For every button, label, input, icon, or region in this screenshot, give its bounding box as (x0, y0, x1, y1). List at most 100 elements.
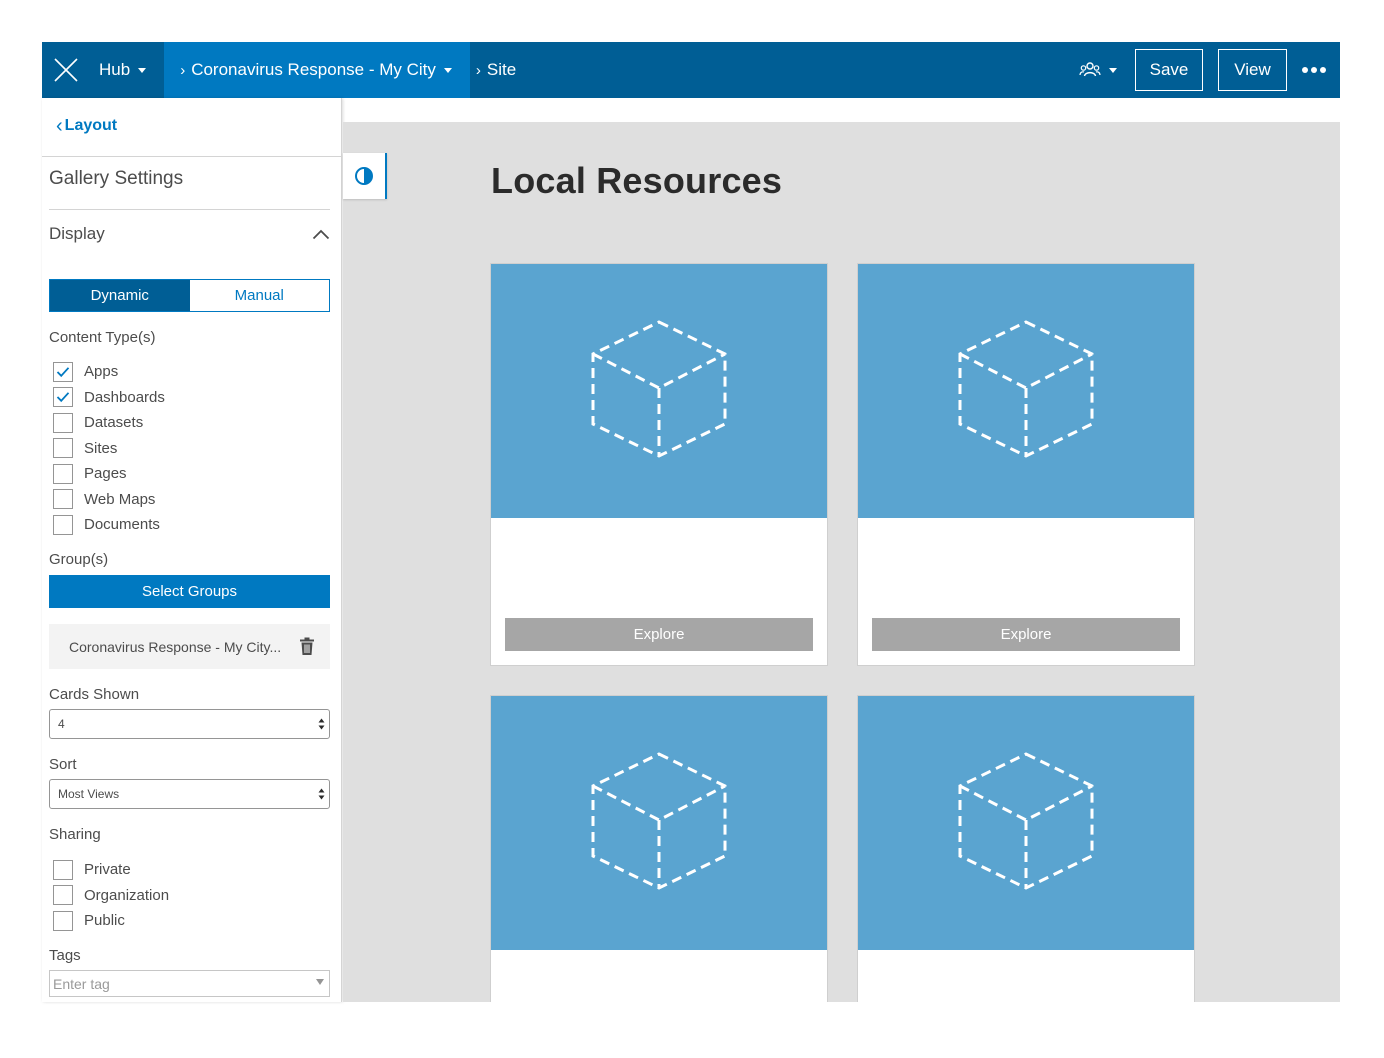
cards-shown-value: 4 (58, 717, 65, 731)
card-thumbnail (858, 264, 1194, 518)
top-bar: Hub › Coronavirus Response - My City › S… (42, 42, 1340, 98)
gallery-card[interactable]: Explore (857, 263, 1195, 666)
card-thumbnail (491, 264, 827, 518)
more-options-icon[interactable] (1302, 67, 1326, 73)
sort-select[interactable]: Most Views (49, 779, 330, 809)
select-groups-button[interactable]: Select Groups (49, 575, 330, 608)
sharing-public[interactable]: Public (53, 908, 169, 934)
back-link-label: Layout (64, 117, 118, 134)
dot (1302, 67, 1308, 73)
back-to-layout-link[interactable]: ‹ Layout (56, 116, 117, 136)
display-label: Display (49, 224, 105, 243)
breadcrumb-site-label: Coronavirus Response - My City (191, 60, 436, 79)
selected-group-name: Coronavirus Response - My City... (69, 638, 282, 655)
tags-label: Tags (49, 947, 81, 964)
sharing-private[interactable]: Private (53, 857, 169, 883)
content-types-label: Content Type(s) (49, 329, 156, 346)
hub-menu[interactable]: Hub (90, 42, 164, 98)
explore-button[interactable]: Explore (505, 618, 813, 651)
checkbox-label: Dashboards (84, 388, 165, 406)
sharing-organization[interactable]: Organization (53, 883, 169, 909)
card-thumbnail (858, 696, 1194, 950)
breadcrumb-site-name[interactable]: › Coronavirus Response - My City (164, 42, 470, 98)
content-type-dashboards[interactable]: Dashboards (53, 385, 165, 411)
content-type-datasets[interactable]: Datasets (53, 410, 165, 436)
checkbox[interactable] (53, 910, 73, 931)
sharing-list: Private Organization Public (53, 857, 169, 934)
dot (1311, 67, 1317, 73)
chevron-right-icon: › (180, 61, 186, 79)
chevron-right-icon: › (475, 61, 481, 79)
checkbox-label: Documents (84, 516, 160, 534)
content-type-apps[interactable]: Apps (53, 359, 165, 385)
checkmark-icon (56, 392, 70, 403)
chevron-left-icon: ‹ (56, 115, 63, 137)
gallery-card[interactable] (490, 695, 828, 1002)
content-type-web-maps[interactable]: Web Maps (53, 487, 165, 513)
groups-label: Group(s) (49, 551, 109, 568)
gallery-settings-panel: ‹ Layout Gallery Settings Display Dynami… (42, 98, 342, 1002)
checkbox-label: Public (84, 912, 125, 930)
save-button[interactable]: Save (1135, 49, 1203, 91)
sort-label: Sort (49, 756, 77, 773)
display-section-toggle[interactable]: Display (49, 224, 330, 244)
people-icon (1079, 62, 1101, 77)
checkbox[interactable] (53, 412, 73, 433)
chevron-up-icon (312, 229, 330, 239)
divider (42, 156, 342, 157)
caret-down-icon (138, 67, 147, 73)
dot (1320, 67, 1326, 73)
card-thumbnail (491, 696, 827, 950)
content-type-pages[interactable]: Pages (53, 461, 165, 487)
page-title: Local Resources (491, 160, 783, 201)
checkbox[interactable] (53, 859, 73, 880)
gallery-card[interactable]: Explore (490, 263, 828, 666)
contrast-toggle-button[interactable] (343, 153, 387, 199)
checkbox-label: Apps (84, 363, 119, 381)
collaborators-menu[interactable] (1079, 60, 1117, 80)
cards-shown-label: Cards Shown (49, 686, 140, 703)
view-button[interactable]: View (1218, 49, 1287, 91)
content-types-list: Apps Dashboards Datasets Sites Pages Web… (53, 359, 165, 538)
explore-button[interactable]: Explore (872, 618, 1180, 651)
divider (49, 209, 330, 210)
cards-shown-select[interactable]: 4 (49, 709, 330, 739)
checkbox-label: Web Maps (84, 490, 156, 508)
contrast-icon (355, 167, 373, 185)
checkbox[interactable] (53, 438, 73, 459)
trash-icon[interactable] (296, 636, 318, 658)
checkbox-label: Organization (84, 886, 170, 904)
caret-down-icon (316, 979, 324, 985)
content-type-sites[interactable]: Sites (53, 436, 165, 462)
select-arrows-icon (318, 718, 325, 730)
content-type-documents[interactable]: Documents (53, 512, 165, 538)
checkbox-label: Sites (84, 439, 118, 457)
checkbox-label: Datasets (84, 414, 144, 432)
tags-input[interactable]: Enter tag (49, 970, 330, 997)
breadcrumb-page-label: Site (486, 60, 517, 79)
close-icon[interactable] (42, 42, 90, 98)
manual-toggle-option[interactable]: Manual (189, 280, 329, 311)
selected-group-chip: Coronavirus Response - My City... (49, 624, 330, 669)
checkbox-label: Pages (84, 465, 127, 483)
mode-toggle: Dynamic Manual (49, 279, 330, 312)
select-arrows-icon (318, 788, 325, 800)
dynamic-toggle-option[interactable]: Dynamic (50, 280, 190, 311)
checkbox[interactable] (53, 885, 73, 906)
gallery-card[interactable] (857, 695, 1195, 1002)
checkbox[interactable] (53, 387, 73, 408)
cube-placeholder-icon (591, 752, 727, 890)
checkbox[interactable] (53, 361, 73, 382)
panel-title: Gallery Settings (49, 168, 184, 189)
checkmark-icon (56, 366, 70, 377)
checkbox[interactable] (53, 489, 73, 510)
breadcrumb-page[interactable]: › Site (470, 42, 528, 98)
cube-placeholder-icon (958, 752, 1094, 890)
cube-placeholder-icon (591, 320, 727, 458)
caret-down-icon (1109, 67, 1117, 73)
sharing-label: Sharing (49, 826, 101, 843)
checkbox[interactable] (53, 463, 73, 484)
checkbox[interactable] (53, 514, 73, 535)
sort-value: Most Views (58, 787, 120, 801)
hub-label: Hub (99, 60, 131, 79)
